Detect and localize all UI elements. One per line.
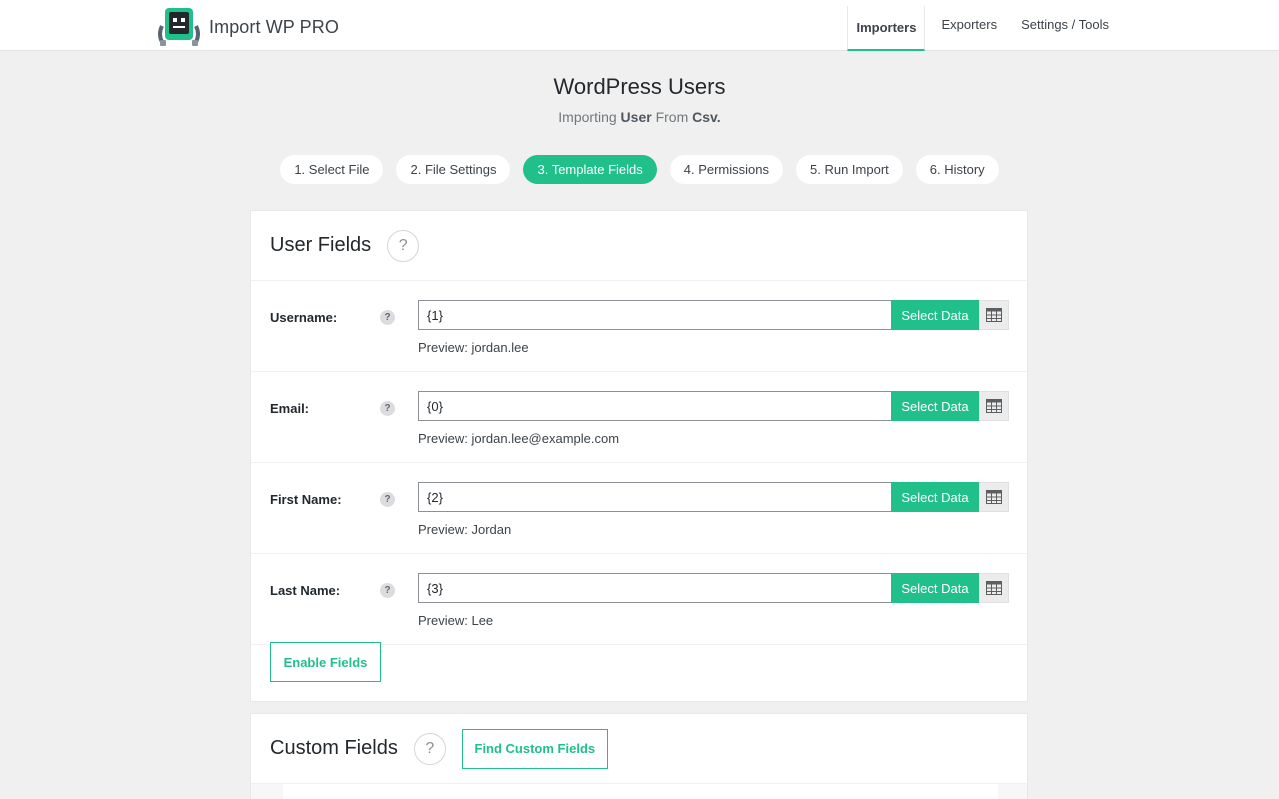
last-name-select-data-button[interactable]: Select Data — [891, 573, 979, 603]
last-name-input[interactable] — [418, 573, 892, 603]
subtitle-entity: User — [620, 109, 652, 125]
step-permissions[interactable]: 4. Permissions — [669, 155, 783, 184]
nav-importers[interactable]: Importers — [847, 6, 926, 51]
user-fields-help-icon[interactable]: ? — [387, 229, 420, 262]
main-nav: Importers Exporters Settings / Tools — [839, 0, 1117, 51]
field-row-username: Username: ? Select Data Preview: jordan.… — [251, 281, 1027, 372]
last-name-label: Last Name: — [270, 583, 341, 598]
find-custom-fields-button[interactable]: Find Custom Fields — [461, 728, 608, 769]
field-row-first-name: First Name: ? Select Data Preview: Jorda… — [251, 463, 1027, 554]
user-fields-header: User Fields ? — [251, 211, 1027, 281]
brand[interactable]: Import WP PRO — [156, 6, 339, 48]
custom-fields-title: Custom Fields — [270, 737, 398, 759]
username-label: Username: — [270, 310, 338, 325]
email-help-icon[interactable]: ? — [380, 401, 395, 416]
user-fields-panel: User Fields ? Username: ? Select Data Pr… — [250, 210, 1028, 702]
step-template-fields[interactable]: 3. Template Fields — [523, 155, 657, 184]
first-name-select-data-button[interactable]: Select Data — [891, 482, 979, 512]
email-select-data-button[interactable]: Select Data — [891, 391, 979, 421]
top-bar: Import WP PRO Importers Exporters Settin… — [0, 0, 1279, 51]
username-input[interactable] — [418, 300, 892, 330]
username-table-icon[interactable] — [979, 300, 1009, 330]
subtitle-mid: From — [655, 109, 689, 125]
step-file-settings[interactable]: 2. File Settings — [396, 155, 511, 184]
custom-fields-header: Custom Fields ? Find Custom Fields — [251, 714, 1027, 784]
user-fields-title: User Fields — [270, 234, 372, 256]
username-preview: Preview: jordan.lee — [418, 340, 529, 355]
subtitle-prefix: Importing — [558, 109, 617, 125]
username-help-icon[interactable]: ? — [380, 310, 395, 325]
custom-fields-content — [283, 784, 998, 799]
last-name-help-icon[interactable]: ? — [380, 583, 395, 598]
step-history[interactable]: 6. History — [915, 155, 999, 184]
first-name-preview: Preview: Jordan — [418, 522, 512, 537]
step-tabs: 1. Select File 2. File Settings 3. Templ… — [0, 155, 1279, 184]
last-name-preview: Preview: Lee — [418, 613, 494, 628]
first-name-table-icon[interactable] — [979, 482, 1009, 512]
last-name-table-icon[interactable] — [979, 573, 1009, 603]
email-label: Email: — [270, 401, 310, 416]
step-select-file[interactable]: 1. Select File — [280, 155, 384, 184]
nav-exporters[interactable]: Exporters — [933, 0, 1005, 51]
field-row-last-name: Last Name: ? Select Data Preview: Lee — [251, 554, 1027, 645]
enable-fields-button[interactable]: Enable Fields — [270, 642, 381, 682]
page-title: WordPress Users — [553, 74, 726, 99]
username-select-data-button[interactable]: Select Data — [891, 300, 979, 330]
first-name-input[interactable] — [418, 482, 892, 512]
page-subtitle: Importing User From Csv. — [0, 109, 1279, 125]
email-input[interactable] — [418, 391, 892, 421]
email-preview: Preview: jordan.lee@example.com — [418, 431, 620, 446]
nav-settings-tools[interactable]: Settings / Tools — [1013, 0, 1117, 51]
robot-logo-icon — [156, 6, 202, 48]
email-table-icon[interactable] — [979, 391, 1009, 421]
custom-fields-help-icon[interactable]: ? — [413, 732, 446, 765]
custom-fields-panel: Custom Fields ? Find Custom Fields — [250, 713, 1028, 799]
field-row-email: Email: ? Select Data Preview: jordan.lee… — [251, 372, 1027, 463]
brand-name: Import WP PRO — [209, 16, 339, 37]
first-name-help-icon[interactable]: ? — [380, 492, 395, 507]
first-name-label: First Name: — [270, 492, 342, 507]
subtitle-source: Csv. — [692, 109, 721, 125]
step-run-import[interactable]: 5. Run Import — [796, 155, 903, 184]
